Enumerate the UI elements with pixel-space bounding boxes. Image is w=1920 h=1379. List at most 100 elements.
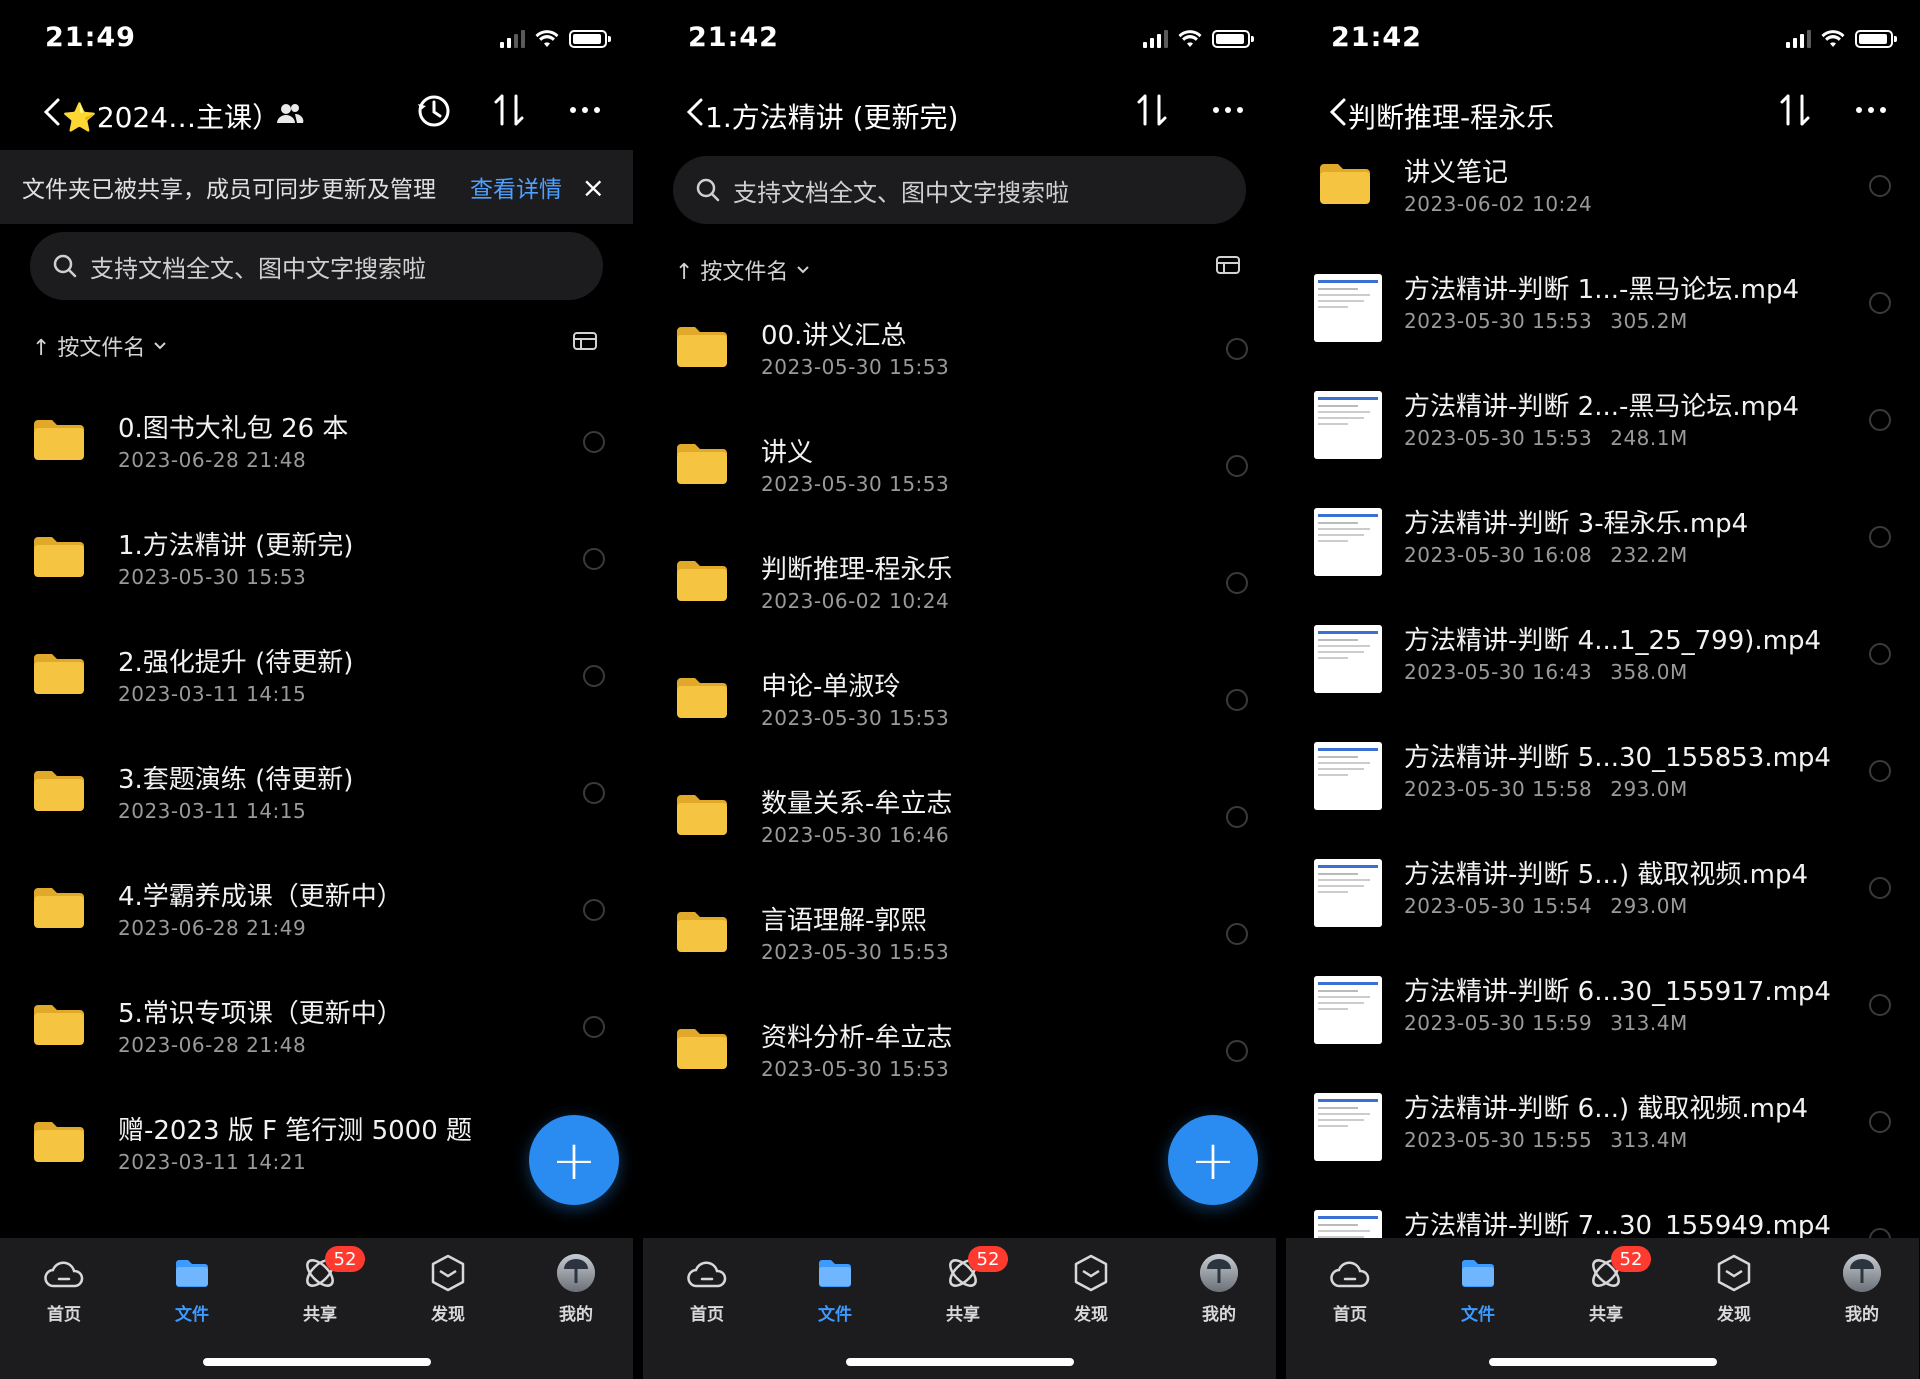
chevron-down-icon[interactable] [796, 265, 810, 275]
select-radio[interactable] [583, 665, 605, 687]
tab-discover[interactable]: 发现 [1051, 1252, 1131, 1325]
tab-label: 文件 [818, 1305, 852, 1325]
tab-home[interactable]: 首页 [24, 1252, 104, 1325]
list-item[interactable]: 方法精讲-判断 6...30_155917.mp4 2023-05-30 15:5… [1286, 959, 1919, 1076]
sort-icon[interactable] [489, 90, 529, 130]
view-mode-icon[interactable] [1216, 256, 1240, 274]
tab-share[interactable]: 52 共享 [1566, 1246, 1651, 1325]
list-item[interactable]: 判断推理-程永乐 2023-06-02 10:24 [643, 537, 1276, 654]
add-button[interactable]: + [529, 1115, 619, 1205]
view-mode-icon[interactable] [573, 332, 597, 350]
status-time: 21:42 [688, 22, 779, 53]
select-radio[interactable] [1226, 1040, 1248, 1062]
list-item[interactable]: 讲义笔记 2023-06-02 10:24 [1286, 140, 1919, 257]
select-radio[interactable] [1226, 806, 1248, 828]
select-radio[interactable] [1869, 643, 1891, 665]
select-radio[interactable] [1869, 292, 1891, 314]
add-button[interactable]: + [1168, 1115, 1258, 1205]
select-radio[interactable] [1226, 572, 1248, 594]
list-item[interactable]: 方法精讲-判断 4...1_25_799).mp4 2023-05-30 16:4… [1286, 608, 1919, 725]
select-radio[interactable] [1869, 409, 1891, 431]
history-icon[interactable] [413, 90, 453, 130]
chevron-down-icon[interactable] [153, 341, 167, 351]
select-radio[interactable] [1869, 1111, 1891, 1133]
list-item[interactable]: 申论-单淑玲 2023-05-30 15:53 [643, 654, 1276, 771]
nav-bar: 1.方法精讲 (更新完) [643, 80, 1276, 144]
more-icon[interactable] [1851, 90, 1891, 130]
sort-icon[interactable] [1132, 90, 1172, 130]
file-name: 讲义 [761, 438, 814, 468]
file-name: 2.强化提升 (待更新) [118, 648, 354, 678]
select-radio[interactable] [583, 431, 605, 453]
select-radio[interactable] [1869, 526, 1891, 548]
file-date: 2023-05-30 15:53 [761, 940, 950, 964]
tab-label: 共享 [946, 1305, 980, 1325]
list-item[interactable]: 讲义 2023-05-30 15:53 [643, 420, 1276, 537]
file-name: 方法精讲-判断 4...1_25_799).mp4 [1404, 626, 1822, 656]
select-radio[interactable] [583, 548, 605, 570]
file-name: 赠-2023 版 F 笔行测 5000 题 [118, 1116, 472, 1146]
sort-by-name-button[interactable]: ↑ 按文件名 [675, 254, 788, 286]
list-item[interactable]: 资料分析-牟立志 2023-05-30 15:53 [643, 1005, 1276, 1122]
search-icon [696, 178, 720, 202]
more-icon[interactable] [1208, 90, 1248, 130]
select-radio[interactable] [1226, 455, 1248, 477]
tab-discover[interactable]: 发现 [408, 1252, 488, 1325]
view-details-link[interactable]: 查看详情 [470, 170, 562, 204]
file-date: 2023-03-11 14:15 [118, 682, 307, 706]
list-item[interactable]: 方法精讲-判断 1...-黑马论坛.mp4 2023-05-30 15:53 305… [1286, 257, 1919, 374]
select-radio[interactable] [1869, 760, 1891, 782]
tab-discover[interactable]: 发现 [1694, 1252, 1774, 1325]
battery-icon [1212, 30, 1254, 48]
select-radio[interactable] [583, 782, 605, 804]
tab-share[interactable]: 52 共享 [280, 1246, 365, 1325]
list-item[interactable]: 方法精讲-判断 6...) 截取视频.mp4 2023-05-30 15:55 31… [1286, 1076, 1919, 1193]
list-item[interactable]: 4.学霸养成课（更新中） 2023-06-28 21:49 [0, 864, 633, 981]
members-icon[interactable] [276, 102, 304, 124]
list-item[interactable]: 言语理解-郭熙 2023-05-30 15:53 [643, 888, 1276, 1005]
list-item[interactable]: 数量关系-牟立志 2023-05-30 16:46 [643, 771, 1276, 888]
select-radio[interactable] [1226, 689, 1248, 711]
list-item[interactable]: 方法精讲-判断 2...-黑马论坛.mp4 2023-05-30 15:53 248… [1286, 374, 1919, 491]
more-icon[interactable] [565, 90, 605, 130]
list-item[interactable]: 方法精讲-判断 5...) 截取视频.mp4 2023-05-30 15:54 29… [1286, 842, 1919, 959]
wifi-icon [1178, 30, 1202, 47]
select-radio[interactable] [1869, 994, 1891, 1016]
list-item[interactable]: 3.套题演练 (待更新) 2023-03-11 14:15 [0, 747, 633, 864]
search-input[interactable]: 支持文档全文、图中文字搜索啦 [30, 232, 603, 300]
list-item[interactable]: 0.图书大礼包 26 本 2023-06-28 21:48 [0, 396, 633, 513]
tab-home[interactable]: 首页 [667, 1252, 747, 1325]
folder-icon [677, 1029, 727, 1069]
list-item[interactable]: 00.讲义汇总 2023-05-30 15:53 [643, 303, 1276, 420]
video-thumbnail [1314, 742, 1382, 810]
sort-icon[interactable] [1775, 90, 1815, 130]
tab-home[interactable]: 首页 [1310, 1252, 1390, 1325]
search-input[interactable]: 支持文档全文、图中文字搜索啦 [673, 156, 1246, 224]
notification-badge: 52 [968, 1246, 1008, 1272]
tab-files[interactable]: 文件 [1438, 1252, 1518, 1325]
cloud-home-icon [43, 1252, 85, 1294]
list-item[interactable]: 方法精讲-判断 3-程永乐.mp4 2023-05-30 16:08 232.2M [1286, 491, 1919, 608]
tab-profile[interactable]: 我的 [1179, 1252, 1259, 1325]
file-name: 方法精讲-判断 6...) 截取视频.mp4 [1404, 1094, 1809, 1124]
select-radio[interactable] [1226, 338, 1248, 360]
tab-files[interactable]: 文件 [795, 1252, 875, 1325]
file-date: 2023-05-30 15:55 [1404, 1128, 1593, 1152]
select-radio[interactable] [1869, 175, 1891, 197]
list-item[interactable]: 方法精讲-判断 5...30_155853.mp4 2023-05-30 15:5… [1286, 725, 1919, 842]
select-radio[interactable] [1869, 877, 1891, 899]
close-icon[interactable]: × [582, 171, 605, 204]
select-radio[interactable] [583, 1016, 605, 1038]
tab-label: 文件 [175, 1305, 209, 1325]
page-title: 判断推理-程永乐 [1348, 101, 1555, 134]
list-item[interactable]: 5.常识专项课（更新中） 2023-06-28 21:48 [0, 981, 633, 1098]
list-item[interactable]: 1.方法精讲 (更新完) 2023-05-30 15:53 [0, 513, 633, 630]
list-item[interactable]: 2.强化提升 (待更新) 2023-03-11 14:15 [0, 630, 633, 747]
sort-by-name-button[interactable]: ↑ 按文件名 [32, 330, 145, 362]
select-radio[interactable] [1226, 923, 1248, 945]
tab-files[interactable]: 文件 [152, 1252, 232, 1325]
tab-profile[interactable]: 我的 [536, 1252, 616, 1325]
tab-profile[interactable]: 我的 [1822, 1252, 1902, 1325]
tab-share[interactable]: 52 共享 [923, 1246, 1008, 1325]
select-radio[interactable] [583, 899, 605, 921]
